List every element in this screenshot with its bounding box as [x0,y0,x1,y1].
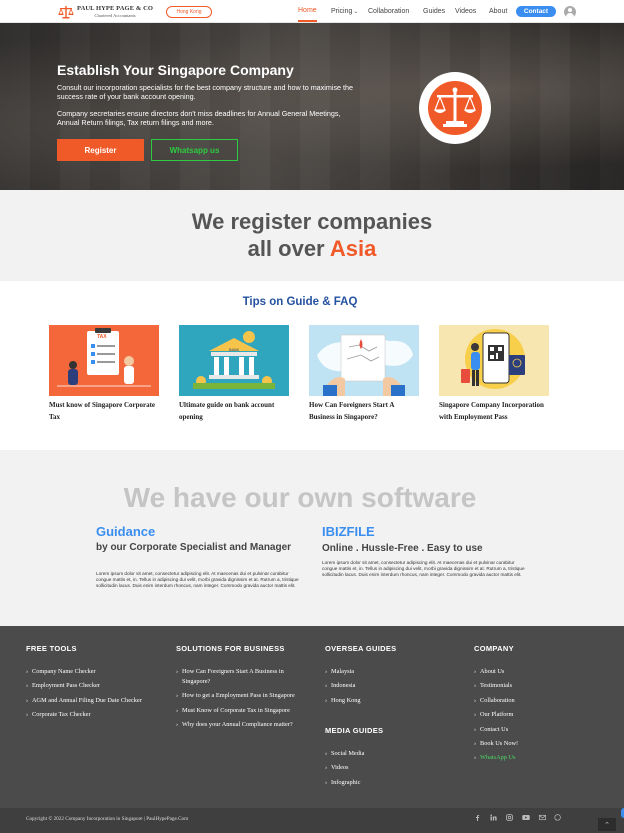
footer-link[interactable]: Videos [325,763,445,773]
guide-card-foreigners-business[interactable]: How Can Foreigners Start A Business in S… [309,325,419,423]
footer-company: COMPANY About Us Testimonials Collaborat… [474,644,594,768]
footer-free-tools: FREE TOOLS Company Name Checker Employme… [26,644,146,725]
guide-card-employment-pass[interactable]: Singapore Company Incorporation with Emp… [439,325,549,423]
scales-emblem [419,72,491,144]
guide-card-caption: How Can Foreigners Start A Business in S… [309,401,395,421]
facebook-icon[interactable] [474,814,481,821]
footer: FREE TOOLS Company Name Checker Employme… [0,626,624,833]
footer-solutions: SOLUTIONS FOR BUSINESS How Can Foreigner… [176,644,296,735]
footer-media-guides: MEDIA GUIDES Social Media Videos Infogra… [325,726,445,792]
hero-paragraph-2: Company secretaries ensure directors don… [57,109,341,127]
footer-heading: SOLUTIONS FOR BUSINESS [176,644,285,653]
chevron-down-icon: ⌄ [353,9,359,15]
software-section: We have our own software Guidance by our… [0,450,624,626]
whatsapp-icon[interactable] [554,814,561,821]
footer-link[interactable]: Why does your Annual Compliance matter? [176,720,296,730]
footer-link[interactable]: Collaboration [474,696,594,706]
ibizfile-title: IBIZFILE [322,524,375,539]
footer-link[interactable]: Our Platform [474,710,594,720]
footer-link[interactable]: AGM and Annual Filing Due Date Checker [26,696,146,706]
nav-item-about[interactable]: About [489,0,507,23]
guide-card-corporate-tax[interactable]: TAX Must know of Singapore Corporate Tax [49,325,159,423]
footer-heading: MEDIA GUIDES [325,726,384,735]
footer-link[interactable]: About Us [474,667,594,677]
logo-title: PAUL HYPE PAGE & CO [77,5,154,12]
asia-banner: We register companies all over Asia [0,190,624,281]
logo-subtitle: Chartered Accountants [94,12,136,18]
corporate-tax-illustration: TAX [49,325,159,396]
scales-of-justice-icon [428,81,482,135]
guide-card-bank-account[interactable]: BANK Ultimate guide on bank account open… [179,325,289,423]
nav-item-home[interactable]: Home [298,0,317,22]
linkedin-icon[interactable] [490,814,497,821]
copyright-text: Copyright © 2022 Company Incorporation i… [26,816,189,822]
footer-link[interactable]: Company Name Checker [26,667,146,677]
footer-link[interactable]: Testimonials [474,681,594,691]
footer-heading: FREE TOOLS [26,644,77,653]
guidance-body: Lorem ipsum dolor sit amet, consectetur … [96,571,299,588]
footer-link[interactable]: Corporate Tax Checker [26,710,146,720]
software-title: We have our own software [123,482,477,513]
footer-link[interactable]: Book Us Now! [474,739,594,749]
top-navbar: PAUL HYPE PAGE & CO Chartered Accountant… [0,0,624,23]
footer-heading: OVERSEA GUIDES [325,644,397,653]
register-button[interactable]: Register [57,139,144,161]
guide-card-caption: Singapore Company Incorporation with Emp… [439,401,544,421]
whatsapp-button[interactable]: Whatsapp us [151,139,238,161]
asia-heading-prefix: all over [247,236,330,261]
guidance-title: Guidance [96,524,156,539]
asia-highlight: Asia [329,236,377,261]
guide-card-caption: Ultimate guide on bank account opening [179,401,275,421]
tips-section: Tips on Guide & FAQ TAX Must know of Sin… [0,281,624,450]
tax-badge: TAX [97,334,107,340]
footer-link[interactable]: Contact Us [474,725,594,735]
bank-account-illustration: BANK [179,325,289,396]
scales-logo-icon [58,5,74,18]
nav-item-collaboration[interactable]: Collaboration [368,0,409,23]
region-selector[interactable]: Hong Kong [166,6,212,18]
nav-item-guides[interactable]: Guides [423,0,445,23]
guidance-tagline: by our Corporate Specialist and Manager [96,542,292,553]
hero-paragraph-1: Consult our incorporation specialists fo… [57,83,354,101]
footer-link[interactable]: Must Know of Corporate Tax in Singapore [176,706,296,716]
bank-building-icon [193,331,275,389]
contact-button[interactable]: Contact [516,6,556,17]
footer-link[interactable]: How Can Foreigners Start A Business in S… [176,667,296,687]
nav-item-pricing[interactable]: Pricing ⌄ [331,0,358,23]
asia-heading-line-2: all over Asia [0,236,624,262]
user-avatar-icon[interactable] [564,6,576,18]
footer-link[interactable]: Hong Kong [325,696,445,706]
logo[interactable]: PAUL HYPE PAGE & CO Chartered Accountant… [58,4,153,20]
footer-link[interactable]: How to get a Employment Pass in Singapor… [176,691,296,701]
footer-link[interactable]: Employment Pass Checker [26,681,146,691]
footer-link[interactable]: Malaysia [325,667,445,677]
footer-whatsapp-link[interactable]: WhatsApp Us [474,753,594,763]
asia-heading-line-1: We register companies [191,209,433,234]
employment-pass-illustration [439,325,549,396]
hero-title: Establish Your Singapore Company [57,62,294,78]
footer-oversea-guides: OVERSEA GUIDES Malaysia Indonesia Hong K… [325,644,445,710]
footer-link[interactable]: Social Media [325,749,445,759]
world-map-icon [317,334,413,396]
tips-title: Tips on Guide & FAQ [242,296,358,308]
bank-badge: BANK [229,348,240,352]
instagram-icon[interactable] [506,814,513,821]
nav-item-videos[interactable]: Videos [455,0,476,23]
email-icon[interactable] [539,814,546,821]
footer-heading: COMPANY [474,644,514,653]
guide-card-caption: Must know of Singapore Corporate Tax [49,401,156,421]
chevron-up-icon: ⌃ [604,821,610,829]
footer-link[interactable]: Indonesia [325,681,445,691]
foreigners-map-illustration [309,325,419,396]
youtube-icon[interactable] [522,814,530,821]
ibizfile-body: Lorem ipsum dolor sit amet, consectetur … [322,560,525,577]
nav-item-pricing-label: Pricing [331,8,353,15]
passport-phone-icon [461,329,525,389]
hero-banner: Establish Your Singapore Company Consult… [0,23,624,190]
footer-bottom-bar: Copyright © 2022 Company Incorporation i… [0,808,624,833]
ibizfile-tagline: Online . Hussle-Free . Easy to use [322,543,483,554]
back-to-top-button[interactable]: ⌃ [598,818,616,831]
footer-link[interactable]: Infographic [325,778,445,788]
